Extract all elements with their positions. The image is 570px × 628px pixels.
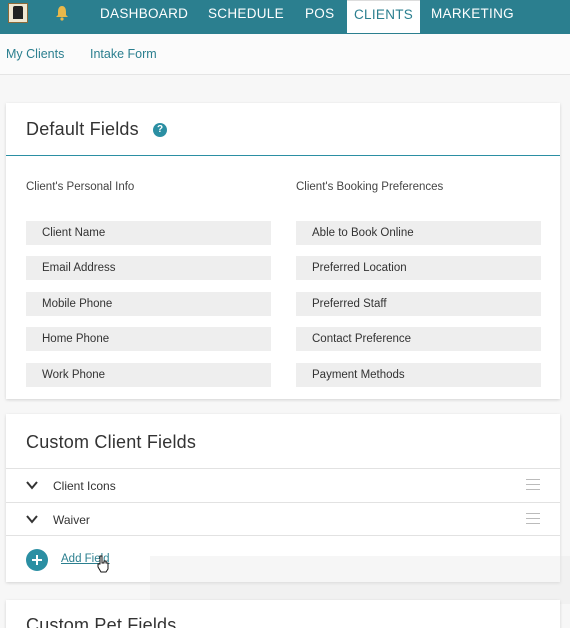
top-nav-bar: DASHBOARD SCHEDULE POS CLIENTS MARKETING [0,0,570,34]
field-email-address[interactable]: Email Address [26,256,271,280]
field-client-name[interactable]: Client Name [26,221,271,245]
add-field-plus-icon[interactable] [26,549,48,571]
field-payment-methods[interactable]: Payment Methods [296,363,541,387]
row-label: Client Icons [53,479,116,493]
custom-pet-fields-title: Custom Pet Fields [26,615,177,628]
list-item[interactable]: Client Icons [6,468,560,502]
sub-nav: My Clients Intake Form [0,34,570,75]
nav-marketing[interactable]: MARKETING [431,0,514,34]
field-able-to-book-online[interactable]: Able to Book Online [296,221,541,245]
default-fields-title: Default Fields [26,119,139,139]
custom-client-fields-title: Custom Client Fields [26,432,197,452]
field-preferred-staff[interactable]: Preferred Staff [296,292,541,316]
subnav-my-clients[interactable]: My Clients [6,47,64,61]
field-contact-preference[interactable]: Contact Preference [296,327,541,351]
custom-pet-fields-card: Custom Pet Fields [6,600,560,628]
field-mobile-phone[interactable]: Mobile Phone [26,292,271,316]
chevron-down-icon[interactable] [26,480,38,490]
list-item[interactable]: Waiver [6,502,560,536]
personal-info-header: Client's Personal Info [26,181,135,193]
nav-dashboard[interactable]: DASHBOARD [100,0,188,34]
drag-handle-icon[interactable] [526,513,540,525]
bell-icon[interactable] [55,5,69,21]
nav-schedule[interactable]: SCHEDULE [208,0,284,34]
drag-ghost-overlay [150,556,570,604]
field-preferred-location[interactable]: Preferred Location [296,256,541,280]
help-icon[interactable]: ? [153,123,167,137]
field-work-phone[interactable]: Work Phone [26,363,271,387]
business-logo-icon[interactable] [8,3,28,23]
drag-handle-icon[interactable] [526,479,540,491]
chevron-down-icon[interactable] [26,514,38,524]
row-label: Waiver [53,513,90,527]
booking-preferences-header: Client's Booking Preferences [296,181,444,193]
hand-cursor-icon [97,555,109,573]
nav-clients[interactable]: CLIENTS [347,0,421,33]
default-fields-card: Default Fields ? Client's Personal Info … [6,103,560,399]
subnav-intake-form[interactable]: Intake Form [90,47,157,61]
section-divider [6,155,560,156]
field-home-phone[interactable]: Home Phone [26,327,271,351]
nav-pos[interactable]: POS [305,0,334,34]
